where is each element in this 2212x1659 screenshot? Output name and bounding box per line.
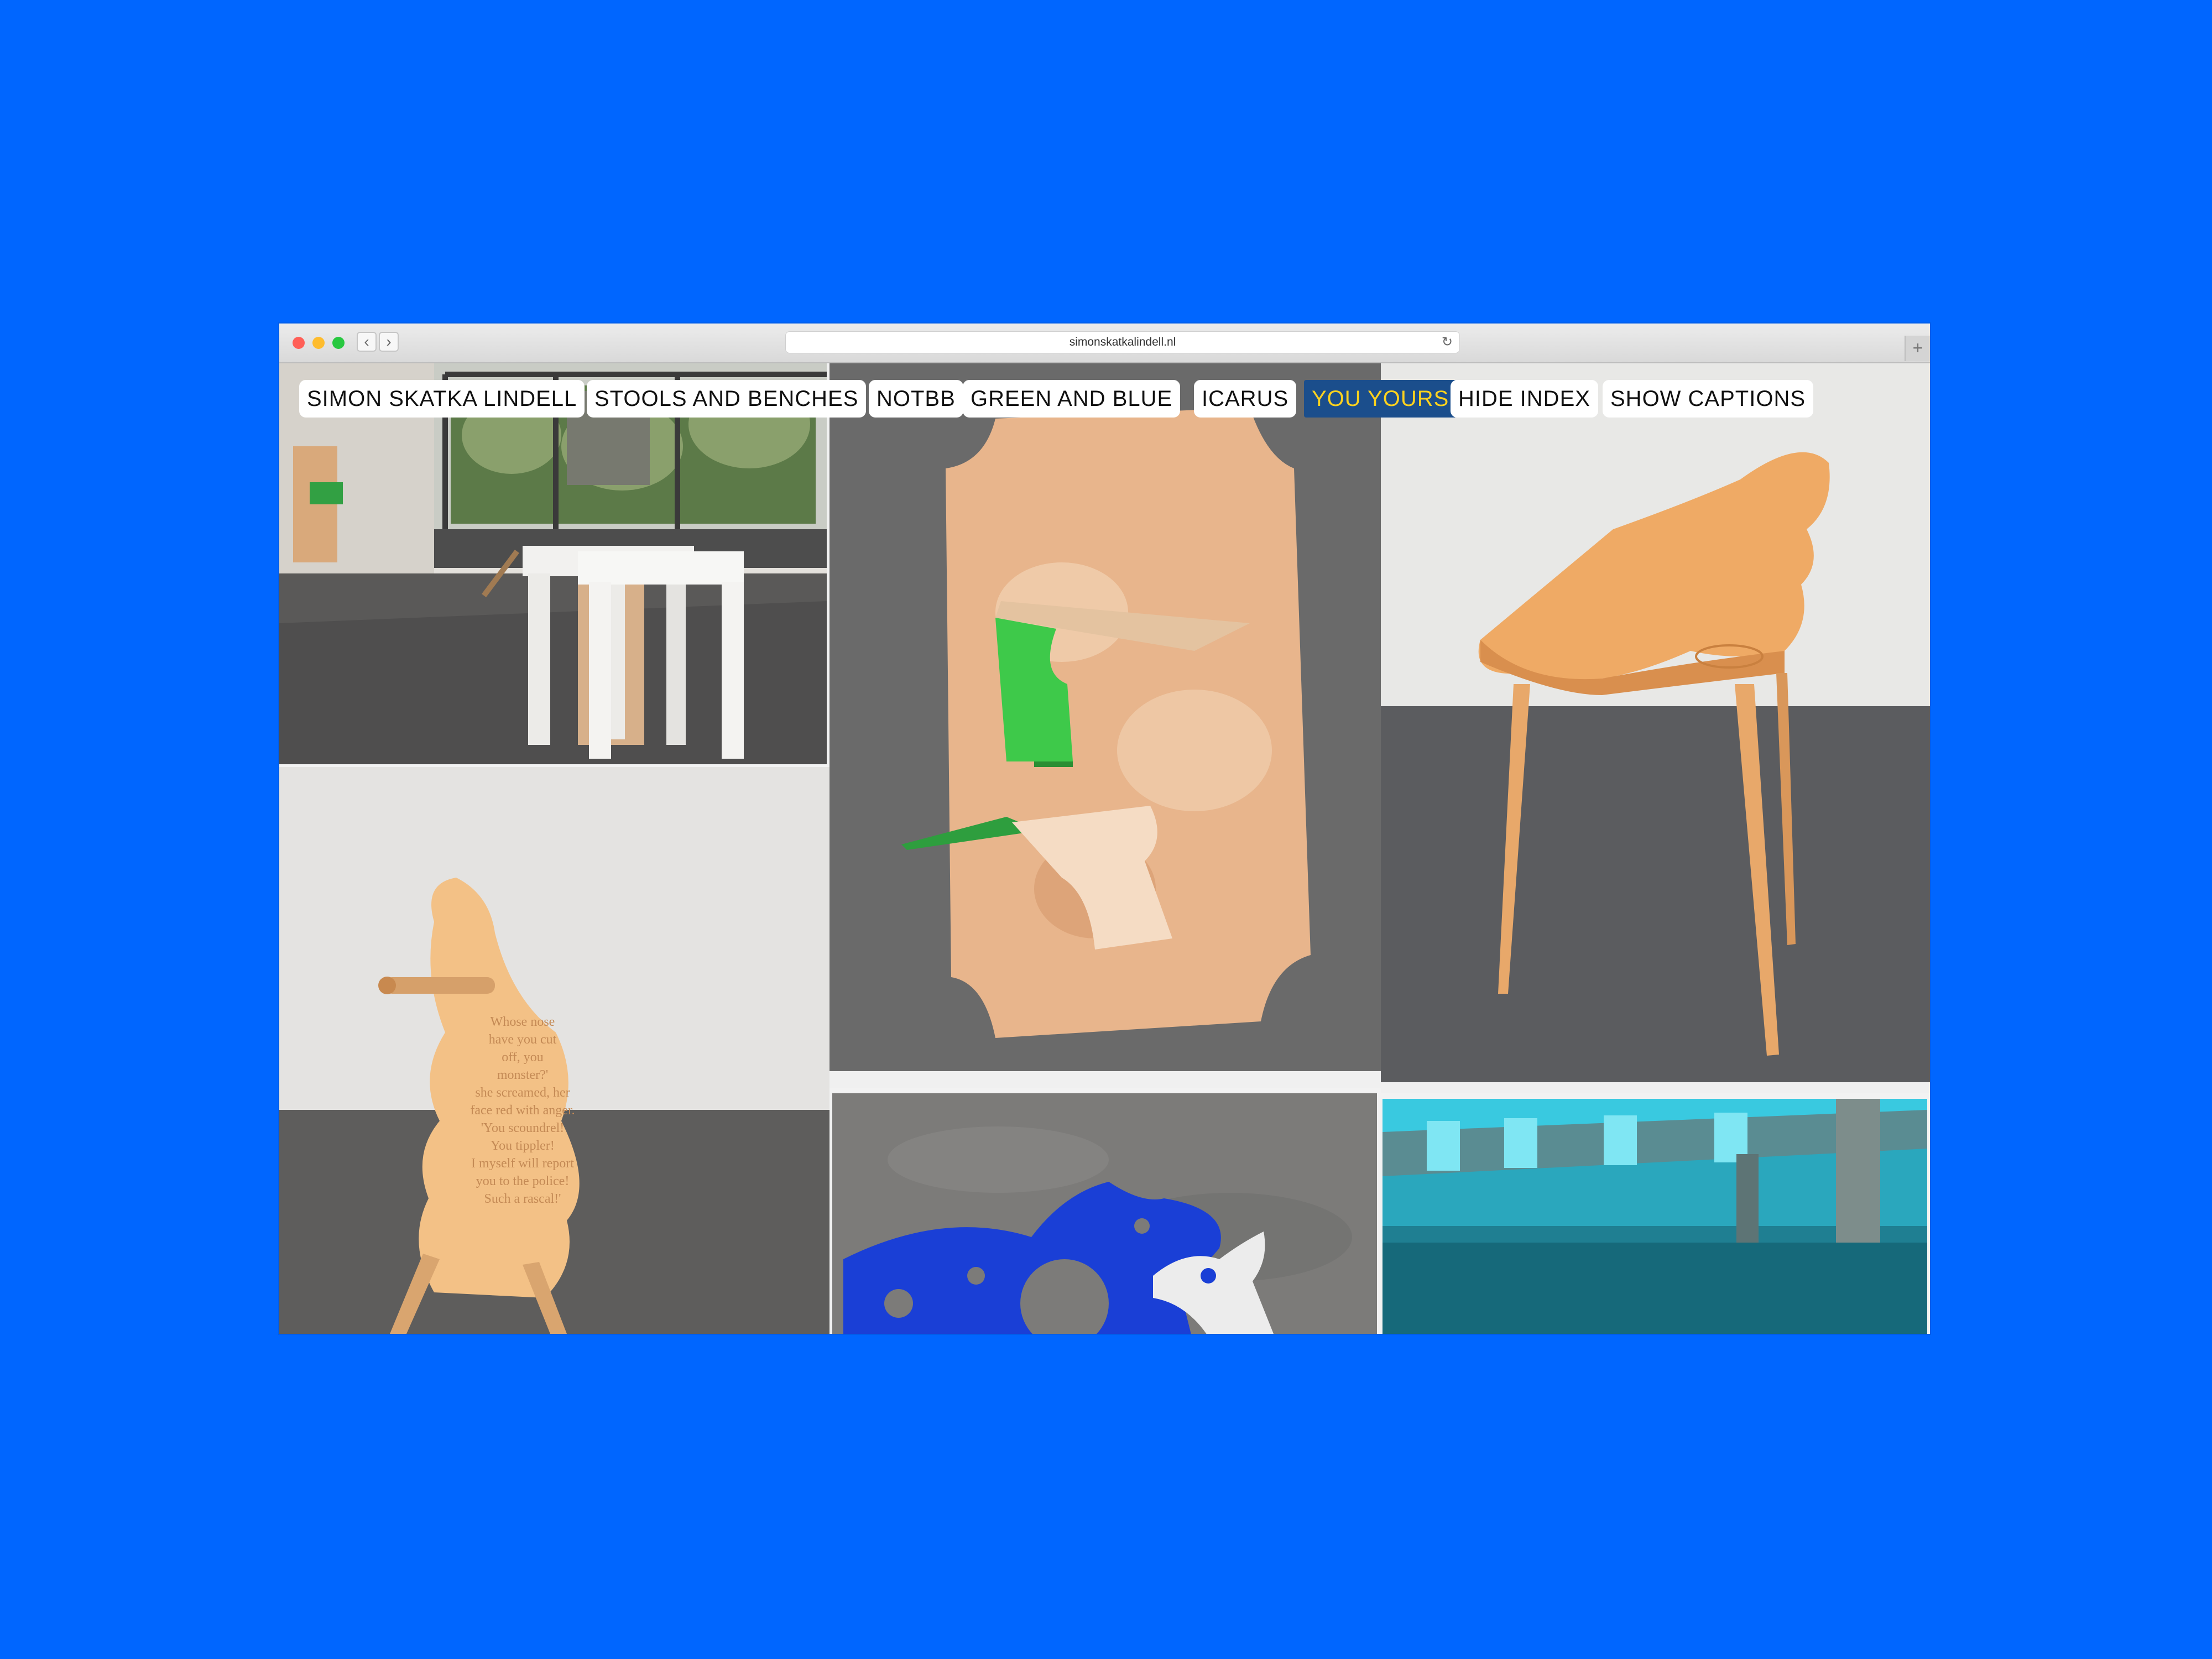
blue-cutout-image [832,1093,1377,1334]
poem-line: off, you [502,1050,544,1065]
new-tab-icon[interactable]: + [1905,336,1930,361]
address-bar[interactable]: simonskatkalindell.nl ↻ [785,331,1460,353]
nav-show-captions[interactable]: SHOW CAPTIONS [1603,380,1814,418]
cyan-structure-image [1383,1099,1927,1334]
minimize-window-icon[interactable] [312,337,325,349]
poem-line: You tippler! [491,1139,555,1153]
poem-line: Such a rascal!' [484,1192,561,1206]
photo-blue-cutout[interactable] [832,1093,1377,1334]
poem-text: Whose nose have you cut off, you monster… [462,1013,583,1208]
browser-window: ‹ › simonskatkalindell.nl ↻ + Whose nose… [279,324,1930,1334]
nav-stools-and-benches[interactable]: STOOLS AND BENCHES [587,380,867,418]
page-content: Whose nose have you cut off, you monster… [279,363,1930,1334]
poem-line: face red with anger. [470,1103,575,1118]
photo-plywood-shelf[interactable] [830,363,1383,1088]
nav-icarus[interactable]: ICARUS [1194,380,1297,418]
nav-simon-skatka-lindell[interactable]: SIMON SKATKA LINDELL [299,380,585,418]
poem-line: 'You scoundrel! [481,1121,565,1135]
nav-you-yours[interactable]: YOU YOURS [1304,380,1457,418]
poem-line: I myself will report [471,1156,574,1171]
nav-hide-index[interactable]: HIDE INDEX [1451,380,1598,418]
zoom-window-icon[interactable] [332,337,345,349]
plywood-shelf-image [830,363,1383,1088]
poem-line: monster?' [497,1068,549,1082]
poem-line: have you cut [488,1032,557,1047]
reload-icon[interactable]: ↻ [1442,332,1453,353]
photo-gallery-benches[interactable] [279,363,827,764]
forward-arrow-icon[interactable]: › [379,332,399,352]
nav-notbb[interactable]: NOTBB [869,380,963,418]
poem-line: Whose nose [490,1015,555,1029]
photo-cyan-structure[interactable] [1383,1099,1927,1334]
orange-stool-image [1381,363,1930,1093]
url-text: simonskatkalindell.nl [1069,336,1176,348]
poem-line: she screamed, her [475,1086,570,1100]
gallery-benches-image [279,363,827,764]
browser-toolbar: ‹ › simonskatkalindell.nl ↻ + [279,324,1930,363]
poem-line: you to the police! [476,1174,570,1188]
nav-green-and-blue[interactable]: GREEN AND BLUE [963,380,1181,418]
photo-poem-stool[interactable]: Whose nose have you cut off, you monster… [279,767,830,1334]
photo-orange-stool[interactable] [1381,363,1930,1093]
back-arrow-icon[interactable]: ‹ [357,332,377,352]
close-window-icon[interactable] [293,337,305,349]
